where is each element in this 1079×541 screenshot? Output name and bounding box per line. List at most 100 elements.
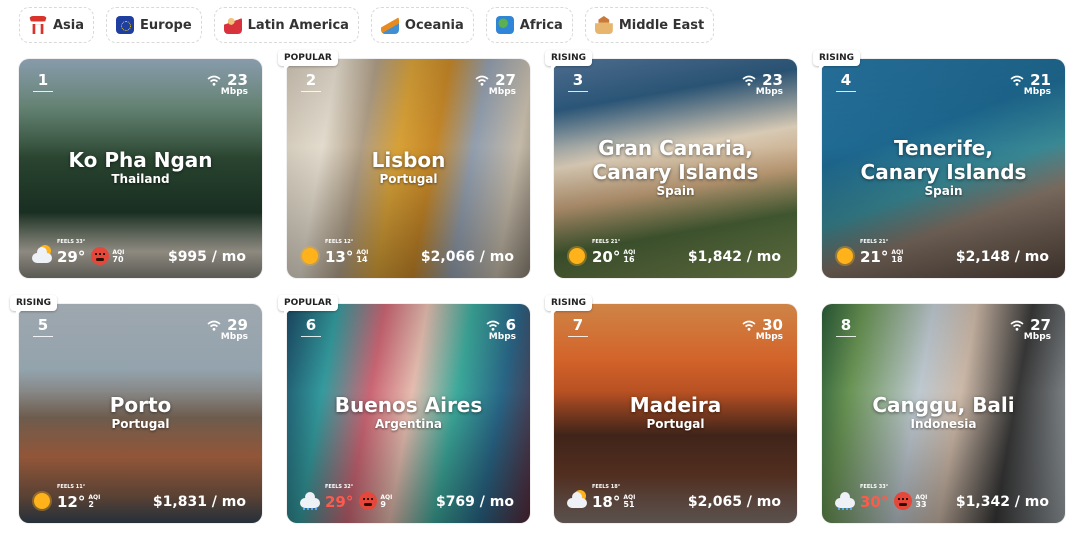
rank-number: 6 xyxy=(301,316,321,337)
sun-icon xyxy=(566,245,588,267)
monthly-cost: $1,831 / mo xyxy=(152,494,246,510)
wifi-speed: 23 Mbps xyxy=(742,71,783,97)
status-badge: RISING xyxy=(545,50,593,71)
feels-like: FEELS 33° xyxy=(57,238,86,245)
wifi-speed: 30 Mbps xyxy=(742,316,783,342)
city-name: Tenerife, Canary Islands xyxy=(860,136,1027,184)
weather-info: FEELS 21° 20° AQI 16 xyxy=(566,239,635,267)
temperature: 21° xyxy=(860,247,889,266)
wifi-icon xyxy=(475,75,489,86)
region-button-asia[interactable]: Asia xyxy=(19,7,95,43)
city-title: Canggu, Bali Indonesia xyxy=(822,393,1065,431)
wifi-icon xyxy=(742,75,756,86)
rank-number: 1 xyxy=(33,71,53,92)
temperature: 30° xyxy=(860,492,889,511)
city-card[interactable]: 5 29 Mbps Porto Portugal FEELS 11° 12° AQI 2 $1,8… xyxy=(19,304,262,523)
weather-info: FEELS 32° 29° AQI 9 xyxy=(299,484,392,512)
region-button-oceania[interactable]: Oceania xyxy=(370,7,474,43)
angry-face-icon xyxy=(894,492,913,510)
temperature: 29° xyxy=(325,492,354,511)
feels-like: FEELS 12° xyxy=(325,238,354,245)
city-title: Porto Portugal xyxy=(19,393,262,431)
region-button-europe[interactable]: Europe xyxy=(106,7,202,43)
wifi-icon xyxy=(1010,320,1024,331)
wifi-speed: 27 Mbps xyxy=(475,71,516,97)
sun-icon xyxy=(834,245,856,267)
city-card[interactable]: 2 27 Mbps Lisbon Portugal FEELS 12° 13° AQI 14 $2… xyxy=(287,59,530,278)
rank-number: 5 xyxy=(33,316,53,337)
aqi-number: 51 xyxy=(623,499,635,509)
aqi-number: 33 xyxy=(915,499,927,509)
wifi-unit: Mbps xyxy=(1023,87,1051,97)
mosque-icon xyxy=(594,16,613,34)
city-card[interactable]: 4 21 Mbps Tenerife, Canary Islands Spain FEEL… xyxy=(822,59,1065,278)
rank-number: 2 xyxy=(301,71,321,92)
aqi-value: AQI 33 xyxy=(915,494,927,509)
city-card[interactable]: 1 23 Mbps Ko Pha Ngan Thailand FEELS 33° 29° AQ… xyxy=(19,59,262,278)
wifi-unit: Mbps xyxy=(488,87,516,97)
city-title: Gran Canaria, Canary Islands Spain xyxy=(554,136,797,198)
aqi-value: AQI 18 xyxy=(891,249,903,264)
city-name: Canggu, Bali xyxy=(872,393,1015,417)
city-name: Lisbon xyxy=(371,148,446,172)
angry-face-icon xyxy=(91,247,110,265)
city-name: Gran Canaria, Canary Islands xyxy=(592,136,759,184)
city-title: Buenos Aires Argentina xyxy=(287,393,530,431)
monthly-cost: $2,148 / mo xyxy=(955,249,1049,265)
aqi-value: AQI 70 xyxy=(112,249,124,264)
region-label: Africa xyxy=(519,17,563,33)
feels-like: FEELS 21° xyxy=(592,238,621,245)
region-label: Latin America xyxy=(247,17,349,33)
dancer-icon xyxy=(223,16,242,34)
partly-cloudy-icon xyxy=(31,245,53,267)
city-card[interactable]: 8 27 Mbps Canggu, Bali Indonesia FEELS 33° 30°… xyxy=(822,304,1065,523)
weather-info: FEELS 18° 18° AQI 51 xyxy=(566,484,635,512)
aqi-value: AQI 16 xyxy=(623,249,635,264)
weather-info: FEELS 11° 12° AQI 2 xyxy=(31,484,100,512)
country-name: Indonesia xyxy=(910,417,977,431)
region-button-middle-east[interactable]: Middle East xyxy=(584,7,715,43)
wifi-speed: 23 Mbps xyxy=(207,71,248,97)
rank-number: 3 xyxy=(568,71,588,92)
wifi-icon xyxy=(207,320,221,331)
city-card[interactable]: 3 23 Mbps Gran Canaria, Canary Islands Spain… xyxy=(554,59,797,278)
aqi-number: 18 xyxy=(891,254,903,264)
feels-like: FEELS 32° xyxy=(325,483,354,490)
aqi-value: AQI 9 xyxy=(380,494,392,509)
weather-info: FEELS 33° 30° AQI 33 xyxy=(834,484,927,512)
wifi-speed: 21 Mbps xyxy=(1010,71,1051,97)
wifi-unit: Mbps xyxy=(488,332,516,342)
country-name: Argentina xyxy=(375,417,442,431)
region-button-africa[interactable]: Africa xyxy=(485,7,573,43)
region-label: Middle East xyxy=(618,17,705,33)
city-card[interactable]: 6 6 Mbps Buenos Aires Argentina FEELS 32° 29° A… xyxy=(287,304,530,523)
aqi-value: AQI 14 xyxy=(356,249,368,264)
country-name: Portugal xyxy=(646,417,705,431)
weather-info: FEELS 21° 21° AQI 18 xyxy=(834,239,903,267)
city-card[interactable]: 7 30 Mbps Madeira Portugal FEELS 18° 18° AQI 51 $… xyxy=(554,304,797,523)
rank-number: 4 xyxy=(836,71,856,92)
wifi-speed: 6 Mbps xyxy=(486,316,516,342)
rain-icon xyxy=(834,490,856,512)
globe-africa-icon xyxy=(495,16,514,34)
temperature: 13° xyxy=(325,247,354,266)
monthly-cost: $769 / mo xyxy=(435,494,514,510)
feels-like: FEELS 11° xyxy=(57,483,86,490)
wifi-unit: Mbps xyxy=(755,87,783,97)
city-title: Tenerife, Canary Islands Spain xyxy=(822,136,1065,198)
wifi-unit: Mbps xyxy=(220,87,248,97)
city-title: Madeira Portugal xyxy=(554,393,797,431)
wifi-icon xyxy=(207,75,221,86)
wifi-icon xyxy=(742,320,756,331)
wifi-icon xyxy=(486,320,500,331)
city-name: Ko Pha Ngan xyxy=(68,148,213,172)
feels-like: FEELS 33° xyxy=(860,483,889,490)
wifi-speed: 27 Mbps xyxy=(1010,316,1051,342)
country-name: Portugal xyxy=(379,172,438,186)
region-label: Asia xyxy=(53,17,85,33)
status-badge: POPULAR xyxy=(278,50,338,71)
torii-gate-icon xyxy=(29,16,47,34)
aqi-number: 70 xyxy=(112,254,124,264)
angry-face-icon xyxy=(359,492,378,510)
region-button-latin-america[interactable]: Latin America xyxy=(213,7,359,43)
